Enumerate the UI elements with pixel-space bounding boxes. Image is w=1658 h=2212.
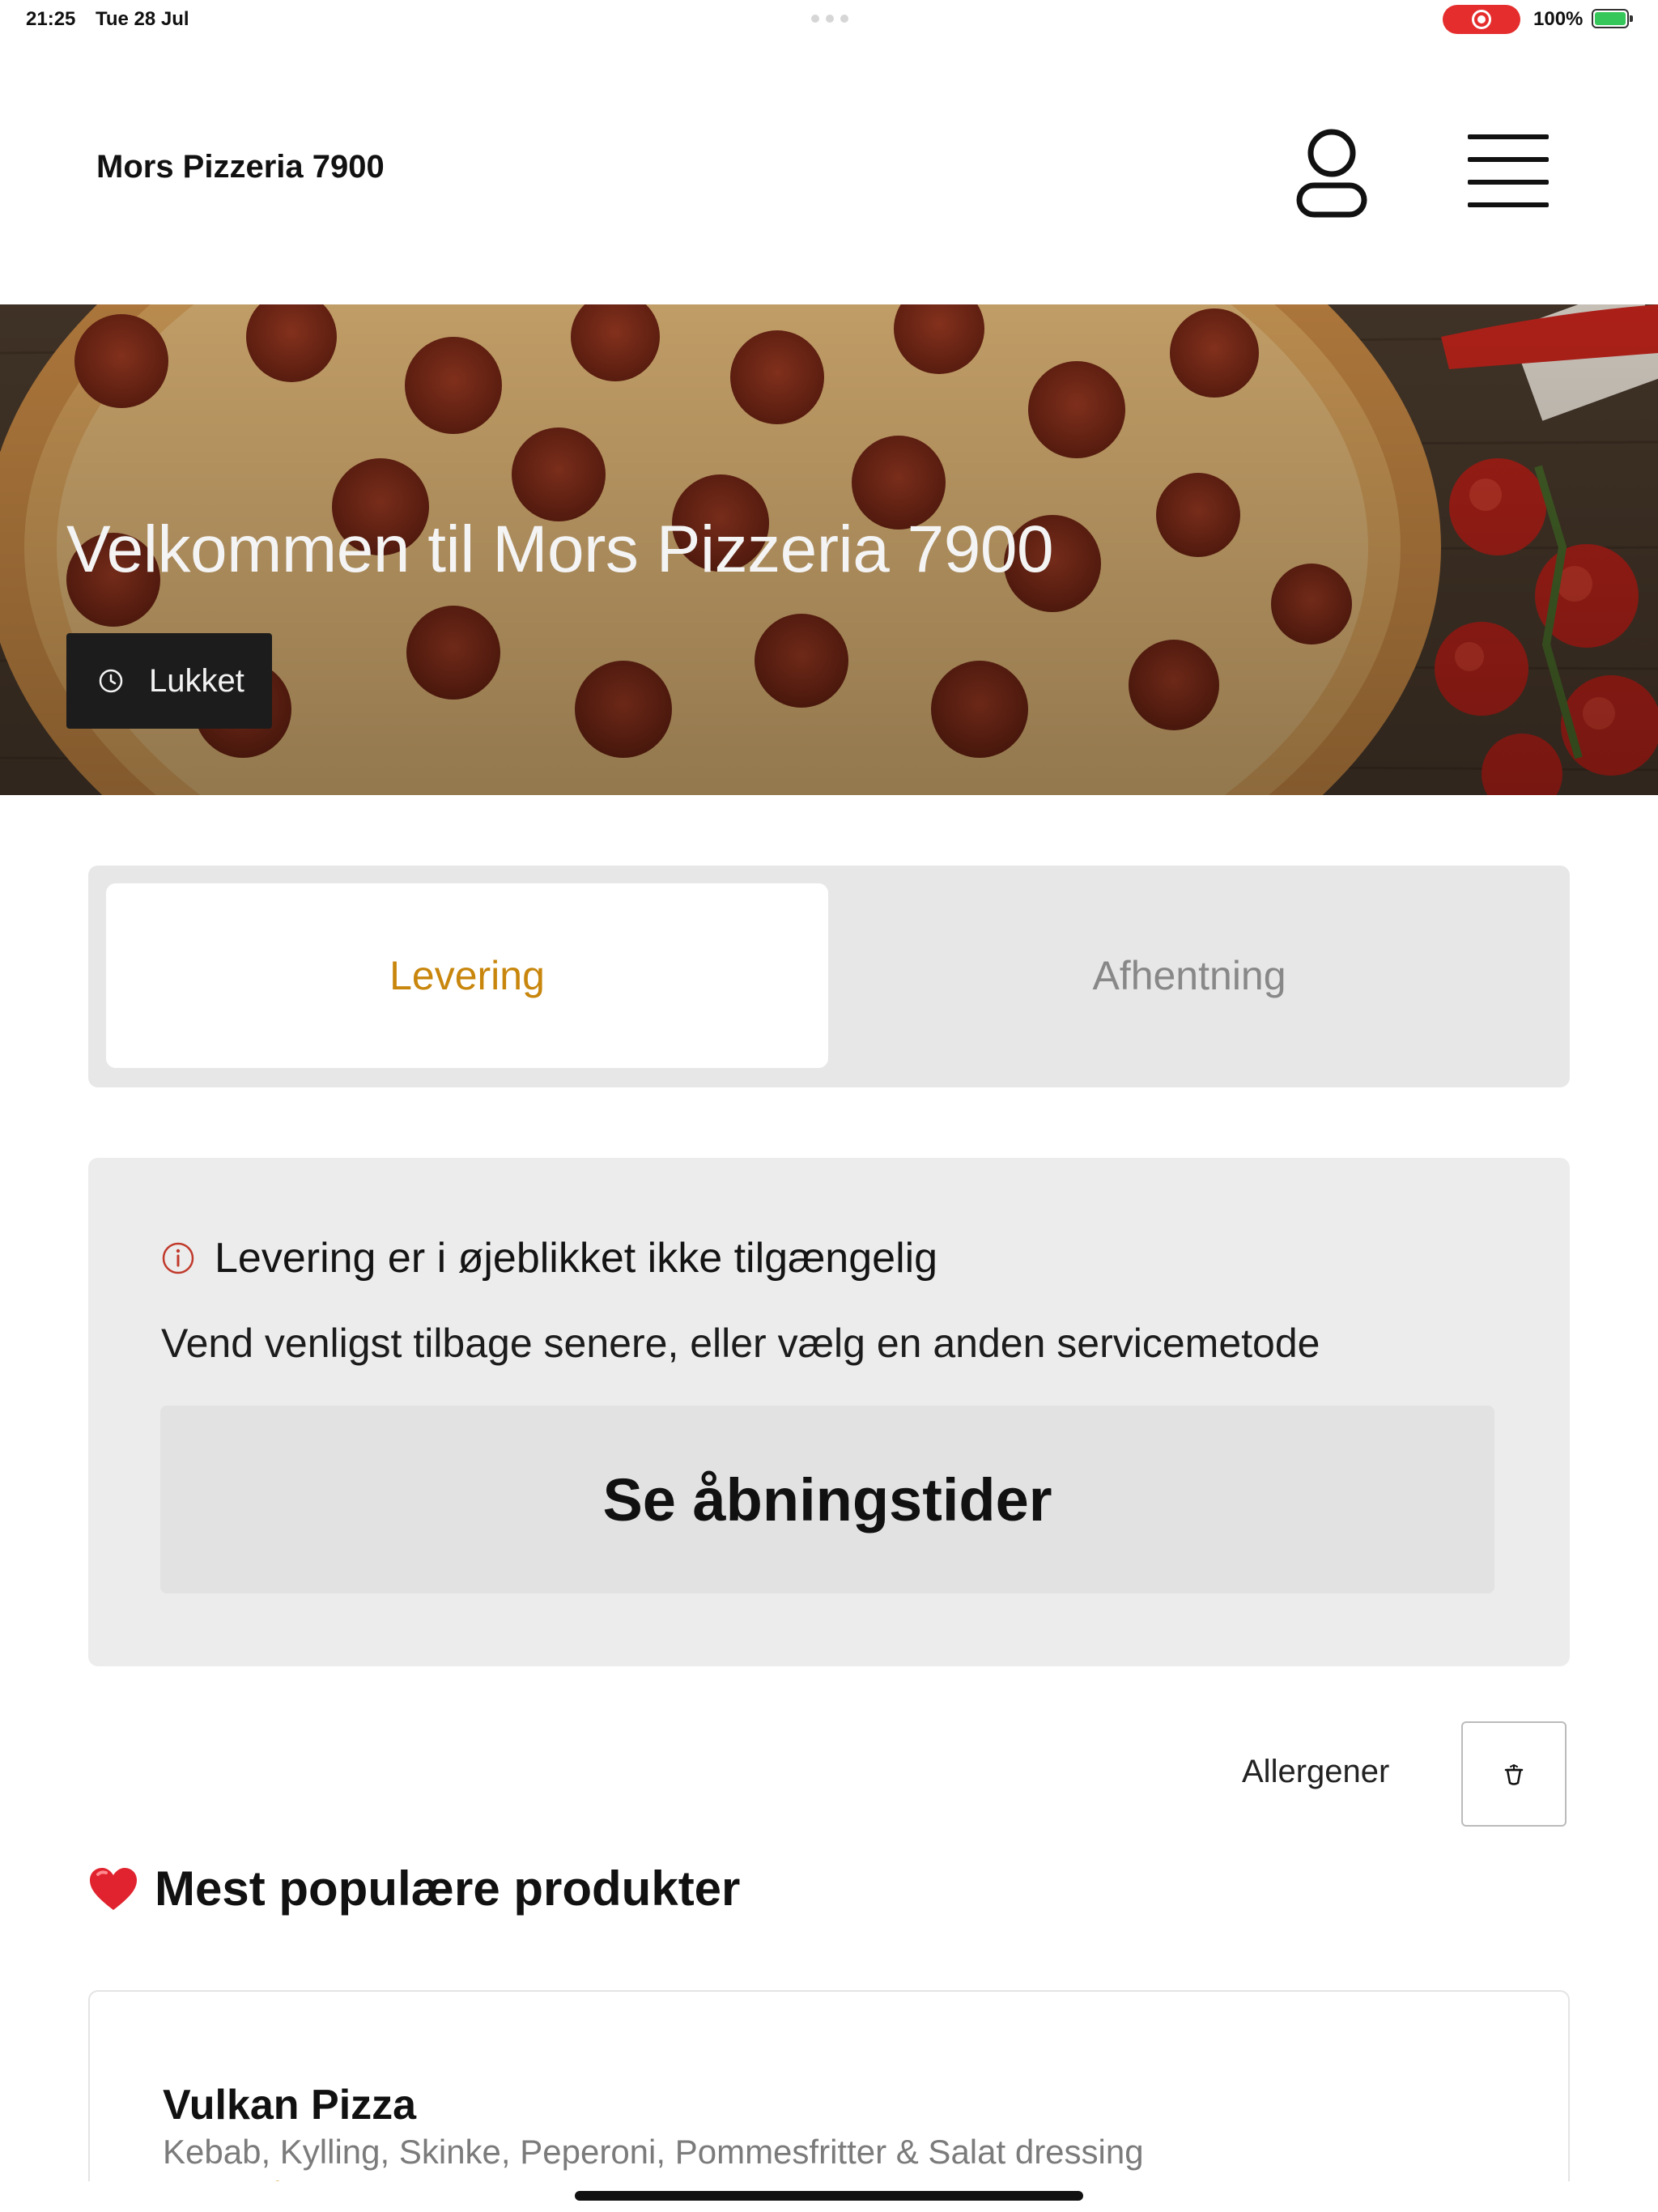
service-method-tabs: Levering Afhentning bbox=[88, 866, 1570, 1087]
status-time: 21:25 bbox=[26, 8, 76, 30]
allergen-icon bbox=[1504, 1763, 1524, 1785]
tab-delivery[interactable]: Levering bbox=[106, 883, 828, 1068]
opening-hours-button[interactable]: Se åbningstider bbox=[160, 1406, 1494, 1593]
info-icon bbox=[162, 1242, 194, 1274]
clock-icon bbox=[99, 669, 123, 693]
popular-products-heading: Mest populære produkter bbox=[88, 1861, 740, 1916]
account-button[interactable] bbox=[1291, 124, 1372, 221]
battery-percentage: 100% bbox=[1533, 8, 1584, 30]
delivery-unavailable-notice: Levering er i øjeblikket ikke tilgængeli… bbox=[88, 1158, 1570, 1666]
opening-status-label: Lukket bbox=[149, 662, 244, 699]
hero-title: Velkommen til Mors Pizzeria 7900 bbox=[66, 513, 1054, 586]
product-description: Kebab, Kylling, Skinke, Peperoni, Pommes… bbox=[163, 2133, 1144, 2171]
product-name: Vulkan Pizza bbox=[163, 2082, 417, 2129]
tab-pickup[interactable]: Afhentning bbox=[828, 883, 1550, 1068]
popular-products-title: Mest populære produkter bbox=[155, 1861, 741, 1916]
user-icon bbox=[1296, 129, 1367, 218]
notice-title: Levering er i øjeblikket ikke tilgængeli… bbox=[161, 1234, 937, 1283]
status-date: Tue 28 Jul bbox=[96, 8, 189, 30]
heart-icon bbox=[90, 1867, 137, 1910]
multitasking-dots-icon[interactable] bbox=[811, 15, 848, 23]
battery-icon bbox=[1592, 9, 1633, 28]
notice-body: Vend venligst tilbage senere, eller vælg… bbox=[161, 1321, 1320, 1366]
site-header: Mors Pizzeria 7900 bbox=[0, 39, 1658, 304]
brand-name[interactable]: Mors Pizzeria 7900 bbox=[96, 149, 385, 185]
hamburger-menu-icon[interactable] bbox=[1464, 134, 1553, 209]
hero-banner: Velkommen til Mors Pizzeria 7900 Lukket bbox=[0, 304, 1658, 795]
allergens-button[interactable] bbox=[1461, 1721, 1567, 1827]
product-card[interactable]: Vulkan Pizza Kebab, Kylling, Skinke, Pep… bbox=[88, 1990, 1570, 2212]
status-bar: 21:25 Tue 28 Jul 100% bbox=[0, 0, 1658, 39]
allergens-label: Allergener bbox=[1242, 1754, 1390, 1789]
page: 21:25 Tue 28 Jul 100% Mors Pizzeria 7900 bbox=[0, 0, 1658, 2212]
screen-recording-icon[interactable] bbox=[1443, 5, 1520, 34]
opening-status-badge[interactable]: Lukket bbox=[66, 633, 272, 729]
home-indicator[interactable] bbox=[575, 2191, 1083, 2201]
notice-title-text: Levering er i øjeblikket ikke tilgængeli… bbox=[215, 1235, 938, 1282]
